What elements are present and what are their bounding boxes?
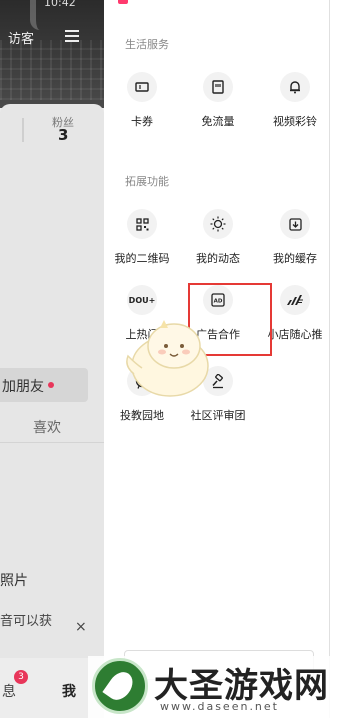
stat-divider	[22, 118, 24, 142]
menu-item-coupons[interactable]: 卡券	[104, 72, 180, 132]
menu-item-my-cache[interactable]: 我的缓存	[257, 209, 333, 269]
menu-item-my-activity[interactable]: 我的动态	[180, 209, 256, 269]
menu-item-label: 我的动态	[196, 252, 240, 265]
gavel-icon	[203, 366, 233, 396]
status-bar-time: 10:42	[44, 0, 76, 9]
menu-item-label: 我的缓存	[273, 252, 317, 265]
visitor-button[interactable]: 访客	[6, 28, 34, 47]
side-drawer: 生活服务 卡券 免流量 视频彩铃 拓展功能 我的二维码 我的动态 我的缓存 DO…	[104, 0, 338, 718]
menu-item-free-data[interactable]: 免流量	[180, 72, 256, 132]
menu-item-community-jury[interactable]: 社区评审团	[180, 366, 256, 426]
menu-item-dou-plus[interactable]: DOU+ 上热门	[104, 285, 180, 345]
promo-text: 音可以获	[0, 614, 53, 629]
messages-badge: 3	[14, 670, 28, 684]
profile-page-dimmed: 10:42 访客 粉丝 3 加朋友 喜欢 照片 音可以获 × 息 3 我	[0, 0, 104, 718]
menu-item-video-ringtone[interactable]: 视频彩铃	[257, 72, 333, 132]
section-title-extensions: 拓展功能	[125, 175, 169, 188]
menu-item-label: 上热门	[125, 328, 159, 341]
add-friend-button[interactable]: 加朋友	[0, 368, 88, 402]
qr-code-icon	[127, 209, 157, 239]
status-icon	[118, 0, 128, 4]
fans-count[interactable]: 3	[58, 126, 68, 144]
ticket-icon	[127, 72, 157, 102]
watermark-url: www.daseen.net	[160, 700, 279, 713]
nav-me[interactable]: 我	[62, 681, 76, 701]
grid-decoration	[0, 40, 104, 100]
sun-icon	[203, 209, 233, 239]
highlight-box	[188, 283, 272, 356]
visitor-label: 访客	[8, 32, 35, 47]
close-icon[interactable]: ×	[75, 619, 87, 635]
add-friend-label: 加朋友	[2, 379, 44, 395]
tab-divider	[0, 442, 104, 443]
bell-icon	[280, 72, 310, 102]
site-logo-icon	[92, 658, 148, 714]
photo-text: 照片	[0, 573, 28, 589]
menu-item-label: 我的二维码	[114, 252, 170, 265]
section-title-life-services: 生活服务	[125, 38, 169, 51]
menu-item-label: 社区评审团	[190, 409, 246, 422]
menu-item-my-qr-code[interactable]: 我的二维码	[104, 209, 180, 269]
tab-likes[interactable]: 喜欢	[33, 417, 61, 437]
menu-item-label: 卡券	[131, 115, 153, 128]
download-icon	[280, 209, 310, 239]
menu-item-label: 投教园地	[120, 409, 164, 422]
menu-item-investor-education[interactable]: 投教园地	[104, 366, 180, 426]
sim-card-icon	[203, 72, 233, 102]
nav-messages[interactable]: 息	[2, 681, 16, 701]
watermark: 大圣游戏网 www.daseen.net	[88, 656, 338, 718]
hamburger-menu-icon[interactable]	[65, 30, 79, 42]
menu-item-label: 视频彩铃	[273, 115, 317, 128]
dou-plus-icon: DOU+	[127, 285, 157, 315]
menu-item-label: 免流量	[201, 115, 235, 128]
speed-icon	[280, 285, 310, 315]
badge-icon	[127, 366, 157, 396]
profile-header-background	[0, 0, 104, 108]
notification-dot	[48, 382, 54, 388]
